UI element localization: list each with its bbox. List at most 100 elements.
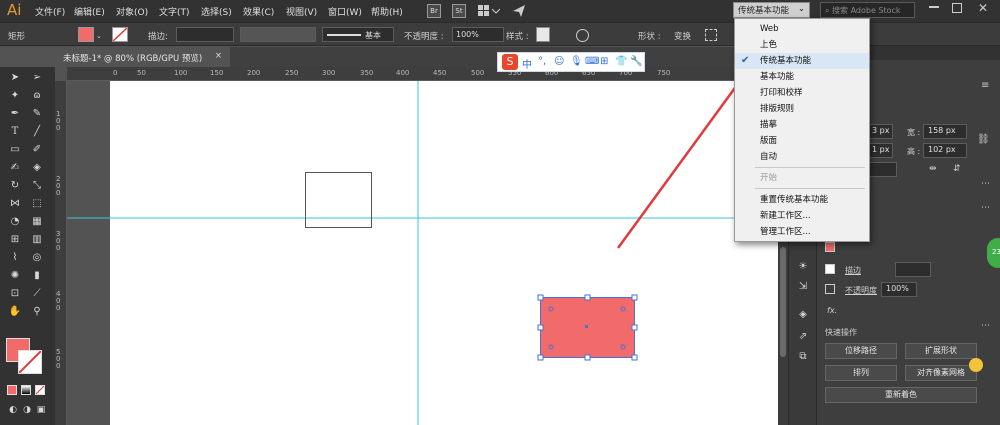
menu-select[interactable]: 选择(S) — [201, 5, 232, 18]
keyboard-icon[interactable]: ⌨ — [585, 56, 599, 67]
send-icon[interactable] — [512, 4, 526, 18]
scale-tool-icon[interactable]: ⤡ — [30, 179, 44, 193]
punctuation-icon[interactable]: °, — [538, 56, 546, 67]
shape-builder-tool-icon[interactable]: ◔ — [8, 215, 22, 229]
transform-link[interactable]: 变换 — [674, 30, 691, 42]
reset-workspace-item[interactable]: 重置传统基本功能 — [735, 192, 869, 208]
slice-tool-icon[interactable]: ⟋ — [30, 287, 44, 301]
curvature-tool-icon[interactable]: ✎ — [30, 107, 44, 121]
menu-help[interactable]: 帮助(H) — [371, 5, 403, 18]
opacity-link[interactable]: 不透明度 — [845, 285, 877, 296]
variable-width-field[interactable] — [240, 27, 316, 42]
none-mode-icon[interactable] — [35, 385, 45, 395]
y-field[interactable]: 1 px — [867, 143, 893, 158]
eraser-tool-icon[interactable]: ◈ — [30, 161, 44, 175]
color-mode-icon[interactable] — [7, 385, 17, 395]
rectangle-tool-icon[interactable]: ▭ — [8, 143, 22, 157]
appearance-icon[interactable]: ☀ — [796, 260, 810, 274]
menu-view[interactable]: 视图(V) — [286, 5, 317, 18]
line-tool-icon[interactable]: ╱ — [30, 125, 44, 139]
artboard-tool-icon[interactable]: ⊡ — [8, 287, 22, 301]
workspace-option-typography[interactable]: 排版规则 — [735, 101, 869, 117]
recolor-icon[interactable] — [576, 29, 589, 42]
stock-icon[interactable]: St — [452, 4, 466, 18]
artboards-icon[interactable]: ⧉ — [796, 350, 810, 364]
screen-mode-icon[interactable]: ▣ — [34, 403, 48, 417]
x-field[interactable]: 3 px — [867, 124, 893, 139]
flip-vertical-icon[interactable]: ⇵ — [953, 164, 961, 174]
flip-horizontal-icon[interactable]: ⇹ — [929, 164, 937, 174]
menu-object[interactable]: 对象(O) — [116, 5, 148, 18]
stroke-style-field[interactable]: 基本 — [322, 27, 394, 42]
paintbrush-tool-icon[interactable]: ✐ — [30, 143, 44, 157]
appearance-fill-swatch[interactable] — [825, 242, 835, 252]
draw-mode-icon[interactable]: ◐ — [6, 403, 20, 417]
export-icon[interactable]: ⇲ — [796, 280, 810, 294]
graphic-style-swatch[interactable] — [536, 27, 550, 42]
emoji-icon[interactable]: ☺ — [554, 56, 564, 67]
direct-selection-tool-icon[interactable]: ➢ — [30, 71, 44, 85]
scroll-thumb[interactable] — [780, 247, 786, 357]
workspace-option-essentials-classic[interactable]: ✔ 传统基本功能 — [735, 53, 869, 69]
workspace-option-automation[interactable]: 自动 — [735, 149, 869, 165]
layers-icon[interactable]: ◈ — [796, 308, 810, 322]
offset-path-button[interactable]: 位移路径 — [825, 343, 897, 359]
menu-file[interactable]: 文件(F) — [35, 5, 65, 18]
stroke-weight-input[interactable] — [895, 262, 931, 277]
gradient-tool-icon[interactable]: ▥ — [30, 233, 44, 247]
workspace-option-painting[interactable]: 上色 — [735, 37, 869, 53]
workspace-switcher[interactable]: 传统基本功能 ⌄ — [733, 2, 810, 18]
menu-edit[interactable]: 编辑(E) — [74, 5, 105, 18]
mesh-tool-icon[interactable]: ⊞ — [8, 233, 22, 247]
rotate-field[interactable] — [867, 162, 897, 177]
lasso-tool-icon[interactable]: ɷ — [30, 89, 44, 103]
width-field[interactable]: 158 px — [923, 124, 967, 139]
more-options-icon[interactable]: ⋯ — [981, 179, 990, 189]
menu-window[interactable]: 窗口(W) — [328, 5, 362, 18]
workspace-option-essentials[interactable]: 基本功能 — [735, 69, 869, 85]
more-options-icon[interactable]: ⋯ — [981, 321, 990, 331]
workspace-option-tracing[interactable]: 描摹 — [735, 117, 869, 133]
menu-effect[interactable]: 效果(C) — [243, 5, 274, 18]
workspace-option-printing[interactable]: 打印和校样 — [735, 85, 869, 101]
gradient-mode-icon[interactable] — [21, 385, 31, 395]
stock-search-input[interactable]: ⌕ 搜索 Adobe Stock — [820, 2, 915, 18]
link-proportions-icon[interactable]: ⛓ — [977, 134, 990, 145]
pen-tool-icon[interactable]: ✒ — [8, 107, 22, 121]
appearance-stroke-swatch[interactable] — [825, 264, 835, 274]
column-graph-tool-icon[interactable]: ▮ — [30, 269, 44, 283]
opacity-input[interactable]: 100% — [452, 27, 504, 42]
workspace-option-web[interactable]: Web — [735, 21, 869, 37]
maximize-icon[interactable] — [952, 3, 962, 13]
width-tool-icon[interactable]: ⋈ — [8, 197, 22, 211]
arrange-documents-icon[interactable] — [478, 5, 501, 17]
menu-type[interactable]: 文字(T) — [159, 5, 190, 18]
external-link-icon[interactable]: ⇗ — [796, 330, 810, 344]
recolor-button[interactable]: 重新着色 — [825, 387, 977, 403]
eyedropper-tool-icon[interactable]: ⌇ — [8, 251, 22, 265]
stroke-link[interactable]: 描边 — [845, 265, 861, 276]
minimize-icon[interactable] — [929, 6, 939, 8]
opacity-field[interactable]: 100% — [881, 282, 917, 297]
symbol-sprayer-tool-icon[interactable]: ✺ — [8, 269, 22, 283]
align-pixel-grid-button[interactable]: 对齐像素网格 — [905, 365, 977, 381]
floating-badge[interactable]: 23 — [987, 238, 1000, 268]
selection-tool-icon[interactable]: ➤ — [8, 71, 22, 85]
manage-workspaces-item[interactable]: 管理工作区... — [735, 224, 869, 240]
panel-menu-icon[interactable]: ≡ — [981, 80, 989, 91]
document-tab[interactable]: 未标题-1* @ 80% (RGB/GPU 预览) × — [55, 47, 230, 67]
close-icon[interactable]: ✕ — [978, 1, 988, 15]
new-workspace-item[interactable]: 新建工作区... — [735, 208, 869, 224]
type-tool-icon[interactable]: T — [8, 125, 22, 139]
perspective-grid-tool-icon[interactable]: ▦ — [30, 215, 44, 229]
arrange-button[interactable]: 排列 — [825, 365, 897, 381]
fill-color-swatch[interactable] — [78, 27, 94, 42]
hand-tool-icon[interactable]: ✋ — [8, 305, 22, 319]
close-icon[interactable]: × — [215, 51, 222, 61]
stroke-color-swatch[interactable] — [112, 27, 128, 42]
rotate-tool-icon[interactable]: ↻ — [8, 179, 22, 193]
workspace-option-layout[interactable]: 版面 — [735, 133, 869, 149]
height-field[interactable]: 102 px — [923, 143, 967, 158]
expand-shape-button[interactable]: 扩展形状 — [905, 343, 977, 359]
bridge-icon[interactable]: Br — [427, 4, 441, 18]
